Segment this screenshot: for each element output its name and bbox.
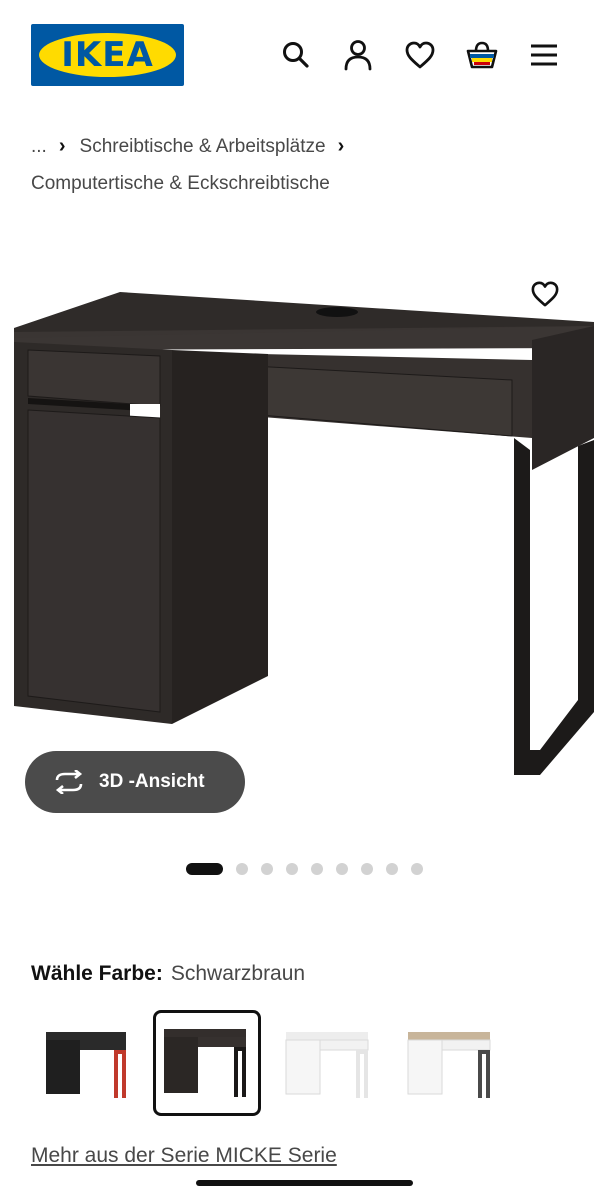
color-label-value: Schwarzbraun	[170, 962, 306, 985]
breadcrumb-ellipsis[interactable]: ...	[31, 128, 47, 165]
color-label-key: Wähle Farbe:	[31, 962, 163, 985]
home-indicator	[196, 1180, 413, 1186]
color-swatch-anthracite-red[interactable]	[36, 1010, 144, 1116]
heart-icon[interactable]	[402, 36, 438, 74]
color-swatch-white-oak[interactable]	[398, 1010, 506, 1116]
breadcrumb: ... › Schreibtische & Arbeitsplätze › Co…	[31, 128, 591, 202]
color-swatch-black-brown[interactable]	[153, 1010, 261, 1116]
color-label: Wähle Farbe: Schwarzbraun	[31, 960, 305, 988]
gallery-dot[interactable]	[411, 863, 423, 875]
favorite-heart-icon[interactable]	[526, 276, 564, 312]
header: IKEA	[0, 0, 608, 110]
view-3d-label: 3D -Ansicht	[99, 771, 205, 792]
gallery-dot[interactable]	[386, 863, 398, 875]
breadcrumb-item-schreibtische[interactable]: Schreibtische & Arbeitsplätze	[80, 128, 326, 165]
shopping-bag-icon[interactable]	[464, 36, 500, 74]
view-3d-button[interactable]: 3D -Ansicht	[25, 751, 245, 813]
logo-text: IKEA	[61, 35, 154, 75]
user-icon[interactable]	[340, 36, 376, 74]
gallery-dot[interactable]	[261, 863, 273, 875]
chevron-right-icon: ›	[58, 135, 66, 157]
menu-icon[interactable]	[526, 36, 562, 74]
color-swatch-white[interactable]	[276, 1010, 384, 1116]
gallery-dot[interactable]	[186, 863, 223, 875]
search-icon[interactable]	[278, 36, 314, 74]
gallery-dot[interactable]	[361, 863, 373, 875]
gallery-dot[interactable]	[286, 863, 298, 875]
gallery-dot[interactable]	[336, 863, 348, 875]
breadcrumb-item-computertische[interactable]: Computertische & Eckschreibtische	[31, 165, 330, 202]
gallery-pagination	[186, 862, 436, 876]
ikea-logo[interactable]: IKEA	[31, 24, 184, 86]
rotate-3d-icon	[55, 770, 83, 794]
chevron-right-icon: ›	[337, 135, 345, 157]
series-link[interactable]: Mehr aus der Serie MICKE Serie	[31, 1144, 337, 1168]
gallery-dot[interactable]	[236, 863, 248, 875]
gallery-dot[interactable]	[311, 863, 323, 875]
